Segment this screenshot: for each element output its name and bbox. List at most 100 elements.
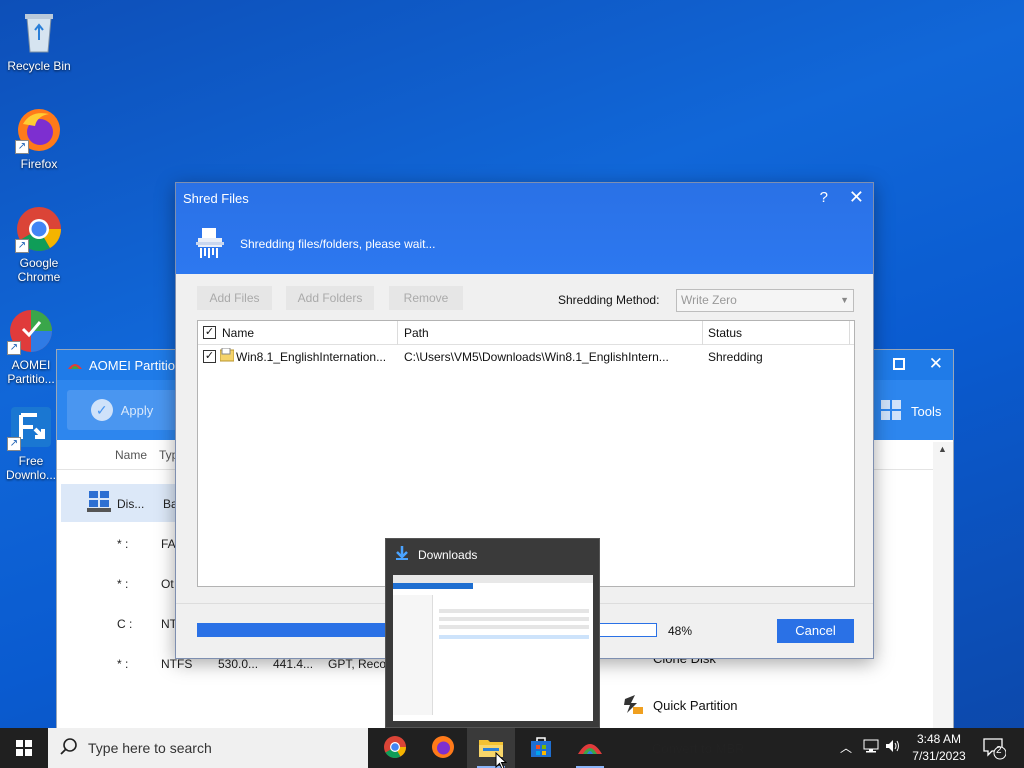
chrome-icon: ↗ (15, 205, 63, 253)
select-all-checkbox[interactable]: ✓ (203, 326, 216, 339)
column-divider[interactable] (849, 321, 850, 345)
dialog-title: Shred Files (183, 191, 249, 206)
status-message: Shredding files/folders, please wait... (240, 237, 436, 251)
desktop-icon-label: Recycle Bin (7, 59, 71, 73)
notification-count: 2 (996, 745, 1002, 756)
apply-button[interactable]: ✓ Apply (67, 390, 177, 430)
desktop-icon-recycle-bin[interactable]: Recycle Bin (1, 8, 77, 73)
shortcut-arrow-icon: ↗ (15, 140, 29, 154)
table-row[interactable]: ✓ Win8.1_EnglishInternation... C:\Users\… (198, 345, 854, 367)
search-icon (60, 737, 78, 759)
partition-capacity: 530.0... (218, 657, 259, 671)
cancel-button[interactable]: Cancel (777, 619, 854, 643)
shredding-method-select[interactable]: Write Zero ▼ (676, 289, 854, 312)
taskbar-search-box[interactable]: Type here to search (48, 728, 368, 768)
desktop-icon-chrome[interactable]: ↗ Google Chrome (1, 205, 77, 284)
chrome-icon (383, 735, 407, 762)
chevron-down-icon: ▼ (840, 295, 849, 305)
partition-used: 441.4... (273, 657, 314, 671)
partition-name: C : (117, 617, 133, 631)
tool-quick-partition[interactable]: Quick Partition (621, 693, 738, 718)
taskbar-store[interactable] (517, 728, 565, 768)
aomei-icon: ↗ (7, 307, 55, 355)
taskbar-aomei[interactable] (566, 728, 614, 768)
system-clock[interactable]: 3:48 AM 7/31/2023 (905, 731, 973, 765)
aomei-icon (577, 738, 603, 759)
shredder-icon (196, 228, 224, 258)
tool-label: Convert to MBR (652, 740, 745, 756)
free-download-manager-icon: ↗ (7, 403, 55, 451)
shred-header: Shred Files ? ✕ Shredding files/folders,… (176, 183, 873, 274)
col-status[interactable]: Status (708, 326, 742, 340)
method-value: Write Zero (681, 293, 737, 307)
tools-icon (881, 400, 903, 423)
help-button[interactable]: ? (820, 189, 828, 206)
taskbar-file-explorer[interactable] (467, 728, 515, 768)
list-header: ✓ Name Path Status (198, 321, 854, 345)
scroll-up-icon: ▲ (938, 444, 947, 454)
check-icon: ✓ (90, 399, 113, 421)
partition-type: NTFS (161, 657, 193, 671)
partition-type: FA (161, 537, 176, 551)
column-divider[interactable] (397, 321, 398, 345)
desktop-icon-label: Free Downlo... (5, 454, 57, 482)
disk-icon (87, 489, 111, 516)
partition-name: * : (117, 537, 129, 551)
apply-label: Apply (120, 402, 154, 418)
aomei-logo-icon (67, 359, 83, 371)
disk-name: Dis... (117, 497, 145, 511)
store-icon (530, 736, 552, 761)
col-name: Name (115, 447, 148, 462)
thumbnail-title: Downloads (418, 548, 478, 562)
shortcut-arrow-icon: ↗ (7, 437, 21, 451)
taskbar: Type here to search Convert to MBR ︿ 3:4… (0, 728, 1024, 768)
shortcut-arrow-icon: ↗ (7, 341, 21, 355)
col-path[interactable]: Path (404, 326, 429, 340)
quick-partition-icon (621, 693, 643, 718)
progress-percent: 48% (668, 624, 693, 638)
tool-label: Quick Partition (653, 698, 738, 713)
firefox-icon: ↗ (15, 106, 63, 154)
iso-file-icon (219, 347, 235, 365)
network-icon[interactable] (863, 739, 879, 756)
firefox-icon (431, 735, 455, 762)
notification-center-button[interactable]: 2 (982, 736, 1007, 763)
tools-label: Tools (911, 404, 942, 419)
taskbar-chrome[interactable] (371, 728, 419, 768)
shredding-method-label: Shredding Method: (558, 293, 660, 307)
column-divider[interactable] (702, 321, 703, 345)
partition-name: * : (117, 657, 129, 671)
close-button[interactable]: ✕ (849, 187, 864, 208)
tool-convert-to-mbr[interactable]: Convert to MBR (620, 738, 744, 758)
chevron-up-icon[interactable]: ︿ (840, 739, 852, 756)
scrollbar[interactable]: ▲ (933, 442, 953, 728)
add-files-button[interactable]: Add Files (197, 286, 272, 310)
explorer-preview-image (393, 575, 593, 721)
download-arrow-icon (396, 546, 408, 563)
shortcut-arrow-icon: ↗ (15, 239, 29, 253)
file-name: Win8.1_EnglishInternation... (236, 350, 387, 364)
recycle-bin-icon (15, 8, 63, 56)
close-button[interactable]: ✕ (929, 354, 943, 374)
desktop-icon-label: Firefox (20, 157, 58, 171)
maximize-button[interactable] (893, 358, 905, 370)
taskbar-thumbnail-preview[interactable]: Downloads (385, 538, 600, 728)
file-status: Shredding (708, 350, 763, 364)
volume-icon[interactable] (885, 739, 901, 756)
remove-button[interactable]: Remove (389, 286, 463, 310)
col-name[interactable]: Name (222, 326, 254, 340)
convert-icon (620, 738, 642, 758)
add-folders-button[interactable]: Add Folders (286, 286, 374, 310)
tools-button[interactable]: Tools (881, 400, 941, 423)
desktop-icon-free-download[interactable]: ↗ Free Downlo... (1, 403, 61, 482)
desktop-icon-label: Google Chrome (17, 256, 61, 284)
start-button[interactable] (0, 728, 48, 768)
partition-fs: GPT, Recov (328, 657, 393, 671)
desktop-icon-firefox[interactable]: ↗ Firefox (1, 106, 77, 171)
taskbar-firefox[interactable] (419, 728, 467, 768)
row-checkbox[interactable]: ✓ (203, 350, 216, 363)
desktop-icon-aomei[interactable]: ↗ AOMEI Partitio... (1, 307, 61, 386)
search-placeholder: Type here to search (88, 740, 212, 756)
desktop-icon-label: AOMEI Partitio... (7, 358, 55, 386)
mouse-cursor-icon (495, 751, 508, 768)
